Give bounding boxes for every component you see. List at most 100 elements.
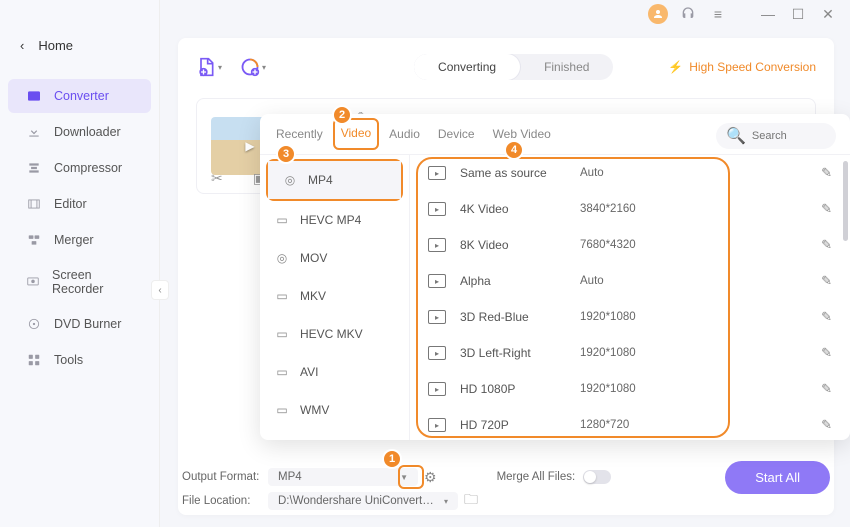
edit-icon[interactable]: ✎ — [821, 381, 832, 397]
sidebar-item-label: Merger — [54, 233, 94, 247]
open-folder-icon[interactable]: 🗀 — [464, 489, 478, 513]
sidebar-item-tools[interactable]: Tools — [8, 343, 151, 377]
settings-gear-icon[interactable]: ⚙ — [424, 469, 437, 486]
sidebar-item-label: Converter — [54, 89, 109, 103]
editor-icon — [26, 196, 42, 212]
bolt-icon: ⚡ — [668, 60, 683, 74]
tab-converting[interactable]: Converting — [414, 54, 520, 80]
format-item-mov[interactable]: ◎MOV — [260, 239, 409, 277]
preset-name: HD 720P — [460, 418, 580, 432]
file-location-select[interactable]: D:\Wondershare UniConverter 1 ▾ — [268, 492, 458, 510]
preset-name: 3D Red-Blue — [460, 310, 580, 324]
sidebar-item-editor[interactable]: Editor — [8, 187, 151, 221]
search-box[interactable]: 🔍 — [716, 123, 836, 149]
sidebar-item-dvd-burner[interactable]: DVD Burner — [8, 307, 151, 341]
tab-device[interactable]: Device — [436, 123, 477, 149]
preset-res: 1280*720 — [580, 419, 670, 431]
format-label: WMV — [300, 403, 329, 417]
high-speed-conversion[interactable]: ⚡ High Speed Conversion — [668, 60, 816, 74]
preset-res: Auto — [580, 275, 670, 287]
minimize-icon[interactable]: — — [758, 4, 778, 24]
sidebar: ‹ Home Converter Downloader Compressor E… — [0, 0, 160, 527]
format-icon: ▭ — [274, 326, 290, 342]
compressor-icon — [26, 160, 42, 176]
sidebar-item-merger[interactable]: Merger — [8, 223, 151, 257]
video-icon — [428, 382, 446, 396]
headset-icon[interactable] — [678, 4, 698, 24]
sidebar-item-label: Downloader — [54, 125, 121, 139]
search-input[interactable] — [752, 130, 832, 142]
maximize-icon[interactable]: ☐ — [788, 4, 808, 24]
preset-res: 3840*2160 — [580, 203, 670, 215]
preset-item[interactable]: 3D Left-Right1920*1080 ✎ — [410, 335, 850, 371]
preset-list[interactable]: Same as sourceAuto✎ 4K Video3840*2160✎ 8… — [410, 155, 850, 440]
toolbar: ▾ ▾ Converting Finished ⚡ High Speed Conv… — [196, 50, 816, 84]
preset-item[interactable]: HD 1080P1920*1080 ✎ — [410, 371, 850, 407]
format-item-mp4[interactable]: ◎MP4 — [268, 161, 401, 199]
format-icon: ▭ — [274, 212, 290, 228]
edit-icon[interactable]: ✎ — [821, 309, 832, 325]
format-item-mkv[interactable]: ▭MKV — [260, 277, 409, 315]
format-label: HEVC MP4 — [300, 213, 361, 227]
video-icon — [428, 346, 446, 360]
format-icon: ◎ — [274, 250, 290, 266]
format-panel: Recently Video Audio Device Web Video 🔍 … — [260, 114, 850, 440]
format-icon: ◎ — [282, 172, 298, 188]
preset-name: 4K Video — [460, 202, 580, 216]
trim-icon[interactable]: ✂ — [211, 170, 223, 187]
add-dvd-button[interactable]: ▾ — [240, 57, 266, 77]
close-icon[interactable]: ✕ — [818, 4, 838, 24]
preset-item[interactable]: 3D Red-Blue1920*1080✎ — [410, 299, 850, 335]
format-item-hevc-mp4[interactable]: ▭ HEVC MP4 — [260, 201, 409, 239]
callout-3: 3 — [276, 144, 296, 164]
edit-icon[interactable]: ✎ — [821, 417, 832, 433]
preset-res: Auto — [580, 167, 670, 179]
tab-audio[interactable]: Audio — [387, 123, 422, 149]
preset-item[interactable]: 8K Video7680*4320✎ — [410, 227, 850, 263]
format-list[interactable]: ◎MP4 ▭HEVC MP4 ◎MOV ▭MKV ▭HEVC MKV ▭AVI … — [260, 155, 410, 440]
sidebar-item-downloader[interactable]: Downloader — [8, 115, 151, 149]
avatar-icon[interactable] — [648, 4, 668, 24]
edit-icon[interactable]: ✎ — [821, 273, 832, 289]
merger-icon — [26, 232, 42, 248]
high-speed-label: High Speed Conversion — [689, 60, 816, 74]
downloader-icon — [26, 124, 42, 140]
footer: Output Format: MP4 ▼ ⚙ Merge All Files: … — [178, 465, 834, 513]
sidebar-collapse-icon[interactable]: ‹ — [151, 280, 169, 300]
preset-name: 3D Left-Right — [460, 346, 580, 360]
video-icon — [428, 238, 446, 252]
start-all-button[interactable]: Start All — [725, 461, 830, 494]
sidebar-item-compressor[interactable]: Compressor — [8, 151, 151, 185]
format-item-avi[interactable]: ▭AVI — [260, 353, 409, 391]
output-format-select[interactable]: MP4 ▼ — [268, 468, 418, 486]
callout-2: 2 — [332, 105, 352, 125]
segment-control: Converting Finished — [414, 54, 613, 80]
scrollbar-thumb[interactable] — [843, 161, 848, 241]
preset-res: 1920*1080 — [580, 347, 670, 359]
edit-icon[interactable]: ✎ — [821, 237, 832, 253]
output-format-value: MP4 — [278, 471, 302, 483]
edit-icon[interactable]: ✎ — [821, 165, 832, 181]
sidebar-item-converter[interactable]: Converter — [8, 79, 151, 113]
sidebar-item-screen-recorder[interactable]: Screen Recorder — [8, 259, 151, 305]
preset-res: 1920*1080 — [580, 383, 670, 395]
format-item-m4v[interactable]: ▭M4V — [260, 429, 409, 440]
format-label: HEVC MKV — [300, 327, 363, 341]
tab-finished[interactable]: Finished — [520, 54, 613, 80]
preset-item[interactable]: AlphaAuto✎ — [410, 263, 850, 299]
preset-item[interactable]: HD 720P1280*720 ✎ — [410, 407, 850, 440]
format-item-wmv[interactable]: ▭WMV — [260, 391, 409, 429]
sidebar-item-label: Compressor — [54, 161, 122, 175]
menu-icon[interactable]: ≡ — [708, 4, 728, 24]
preset-name: HD 1080P — [460, 382, 580, 396]
add-file-button[interactable]: ▾ — [196, 57, 222, 77]
preset-item[interactable]: Same as sourceAuto✎ — [410, 155, 850, 191]
format-label: AVI — [300, 365, 318, 379]
tab-video[interactable]: Video — [339, 122, 373, 150]
back-home[interactable]: ‹ Home — [0, 30, 159, 61]
edit-icon[interactable]: ✎ — [821, 345, 832, 361]
merge-all-switch[interactable] — [583, 470, 611, 484]
format-item-hevc-mkv[interactable]: ▭ HEVC MKV — [260, 315, 409, 353]
preset-item[interactable]: 4K Video3840*2160 ✎ — [410, 191, 850, 227]
edit-icon[interactable]: ✎ — [821, 201, 832, 217]
